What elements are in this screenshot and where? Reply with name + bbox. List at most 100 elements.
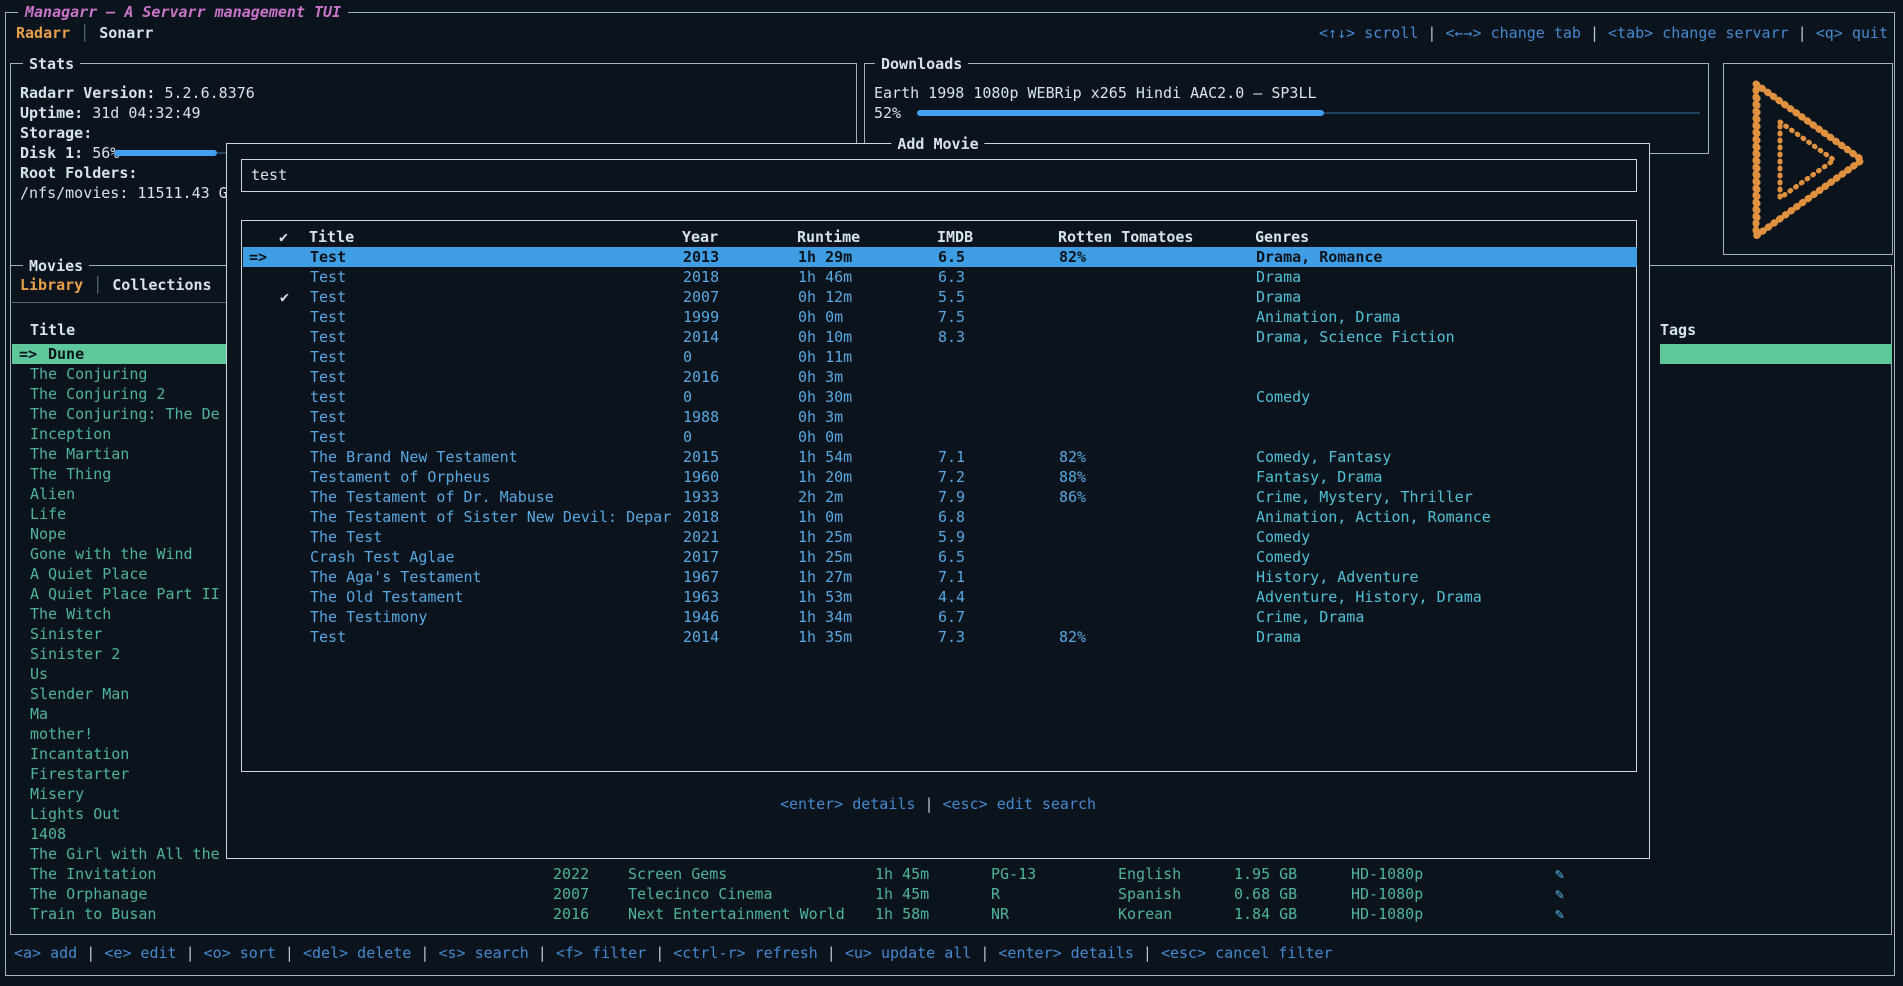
library-row-details[interactable]: 2007Telecinco Cinema1h 45mRSpanish0.68 G… (11, 884, 1891, 904)
cell-imdb: 7.2 (938, 467, 965, 487)
result-row[interactable]: Test20160h 3m (243, 367, 1637, 387)
cell-year: 1963 (683, 587, 719, 607)
result-row[interactable]: Test20141h 35m7.382%Drama (243, 627, 1637, 647)
managarr-play-logo-icon (1746, 76, 1872, 244)
detail-quality: HD-1080p (1351, 864, 1423, 884)
cell-genres: History, Adventure (1256, 567, 1419, 587)
result-row[interactable]: ✔Test20070h 12m5.5Drama (243, 287, 1637, 307)
result-row[interactable]: The Testament of Sister New Devil: Depar… (243, 507, 1637, 527)
detail-studio: Telecinco Cinema (628, 884, 773, 904)
cell-title: Crash Test Aglae (310, 547, 455, 567)
downloads-panel-title: Downloads (875, 54, 968, 74)
cell-title: The Testament of Sister New Devil: Depar (310, 507, 671, 527)
cell-runtime: 0h 10m (798, 327, 852, 347)
cell-runtime: 1h 54m (798, 447, 852, 467)
cell-runtime: 1h 29m (798, 247, 852, 267)
tab-sonarr[interactable]: Sonarr (99, 23, 153, 43)
result-row[interactable]: The Brand New Testament20151h 54m7.182%C… (243, 447, 1637, 467)
library-row-details[interactable]: 2022Screen Gems1h 45mPG-13English1.95 GB… (11, 864, 1891, 884)
cell-imdb: 6.3 (938, 267, 965, 287)
separator: | (971, 944, 998, 962)
tab-radarr[interactable]: Radarr (16, 23, 70, 43)
disk-label: Disk 1: (20, 144, 83, 162)
cell-runtime: 1h 20m (798, 467, 852, 487)
cell-runtime: 0h 3m (798, 367, 843, 387)
cell-genres: Drama (1256, 627, 1301, 647)
cell-year: 2013 (683, 247, 719, 267)
gauge-fill (114, 150, 217, 156)
cell-year: 2018 (683, 507, 719, 527)
result-row[interactable]: The Testimony19461h 34m6.7Crime, Drama (243, 607, 1637, 627)
cell-year: 0 (683, 427, 692, 447)
result-row[interactable]: The Test20211h 25m5.9Comedy (243, 527, 1637, 547)
cell-genres: Comedy (1256, 387, 1310, 407)
separator: | (77, 944, 104, 962)
uptime-value: 31d 04:32:49 (92, 104, 200, 122)
tab-separator: │ (80, 23, 89, 43)
cell-genres: Comedy, Fantasy (1256, 447, 1391, 467)
result-row[interactable]: The Testament of Dr. Mabuse19332h 2m7.98… (243, 487, 1637, 507)
cell-runtime: 1h 46m (798, 267, 852, 287)
key-hint: <esc> edit search (943, 795, 1097, 813)
cell-rotten_tomatoes: 88% (1059, 467, 1086, 487)
result-row[interactable]: The Old Testament19631h 53m4.4Adventure,… (243, 587, 1637, 607)
detail-language: English (1118, 864, 1181, 884)
result-row[interactable]: Test00h 0m (243, 427, 1637, 447)
result-row[interactable]: test00h 30mComedy (243, 387, 1637, 407)
cell-year: 2014 (683, 627, 719, 647)
separator: | (818, 944, 845, 962)
cell-rotten_tomatoes: 82% (1059, 447, 1086, 467)
results-rows: =>Test20131h 29m6.582%Drama, RomanceTest… (242, 221, 1636, 771)
separator: | (1134, 944, 1161, 962)
cell-runtime: 1h 25m (798, 527, 852, 547)
result-row[interactable]: The Aga's Testament19671h 27m7.1History,… (243, 567, 1637, 587)
result-row[interactable]: Test00h 11m (243, 347, 1637, 367)
cell-year: 2017 (683, 547, 719, 567)
cell-runtime: 1h 53m (798, 587, 852, 607)
root-folder-entry: /nfs/movies: 11511.43 GB (20, 183, 237, 203)
search-input[interactable]: test (241, 159, 1637, 192)
add-movie-modal-title: Add Movie (891, 134, 984, 154)
separator: | (1789, 24, 1816, 42)
root-folders-heading: Root Folders: (20, 163, 137, 183)
cell-genres: Crime, Drama (1256, 607, 1364, 627)
cell-genres: Animation, Drama (1256, 307, 1401, 327)
cell-runtime: 1h 0m (798, 507, 843, 527)
result-row[interactable]: Test20181h 46m6.3Drama (243, 267, 1637, 287)
cell-title: The Testament of Dr. Mabuse (310, 487, 554, 507)
stats-uptime: Uptime:31d 04:32:49 (20, 103, 201, 123)
cell-title: test (310, 387, 346, 407)
selection-marker: => (249, 247, 267, 267)
cell-title: Test (310, 307, 346, 327)
detail-year: 2007 (553, 884, 589, 904)
cell-imdb: 7.9 (938, 487, 965, 507)
result-row[interactable]: Test20140h 10m8.3Drama, Science Fiction (243, 327, 1637, 347)
cell-runtime: 1h 27m (798, 567, 852, 587)
result-row[interactable]: Test19880h 3m (243, 407, 1637, 427)
detail-rating: PG-13 (991, 864, 1036, 884)
stats-version: Radarr Version:5.2.6.8376 (20, 83, 255, 103)
checked-icon: ✔ (280, 287, 289, 307)
pencil-icon: ✎ (1555, 884, 1564, 904)
result-row[interactable]: =>Test20131h 29m6.582%Drama, Romance (243, 247, 1637, 267)
separator: | (177, 944, 204, 962)
cell-title: Test (310, 407, 346, 427)
detail-size: 0.68 GB (1234, 884, 1297, 904)
separator: | (529, 944, 556, 962)
cell-title: Test (310, 327, 346, 347)
detail-year: 2016 (553, 904, 589, 924)
library-row-details[interactable]: 2016Next Entertainment World1h 58mNRKore… (11, 904, 1891, 924)
cell-runtime: 0h 30m (798, 387, 852, 407)
cell-year: 2016 (683, 367, 719, 387)
key-hint: <↑↓> scroll (1319, 24, 1418, 42)
result-row[interactable]: Testament of Orpheus19601h 20m7.288%Fant… (243, 467, 1637, 487)
cell-genres: Drama (1256, 267, 1301, 287)
search-results-table: ✔TitleYearRuntimeIMDBRotten TomatoesGenr… (241, 220, 1637, 772)
version-label: Radarr Version: (20, 84, 155, 102)
result-row[interactable]: Crash Test Aglae20171h 25m6.5Comedy (243, 547, 1637, 567)
result-row[interactable]: Test19990h 0m7.5Animation, Drama (243, 307, 1637, 327)
cell-genres: Comedy (1256, 527, 1310, 547)
cell-title: The Brand New Testament (310, 447, 518, 467)
cell-genres: Drama (1256, 287, 1301, 307)
detail-runtime: 1h 45m (875, 884, 929, 904)
